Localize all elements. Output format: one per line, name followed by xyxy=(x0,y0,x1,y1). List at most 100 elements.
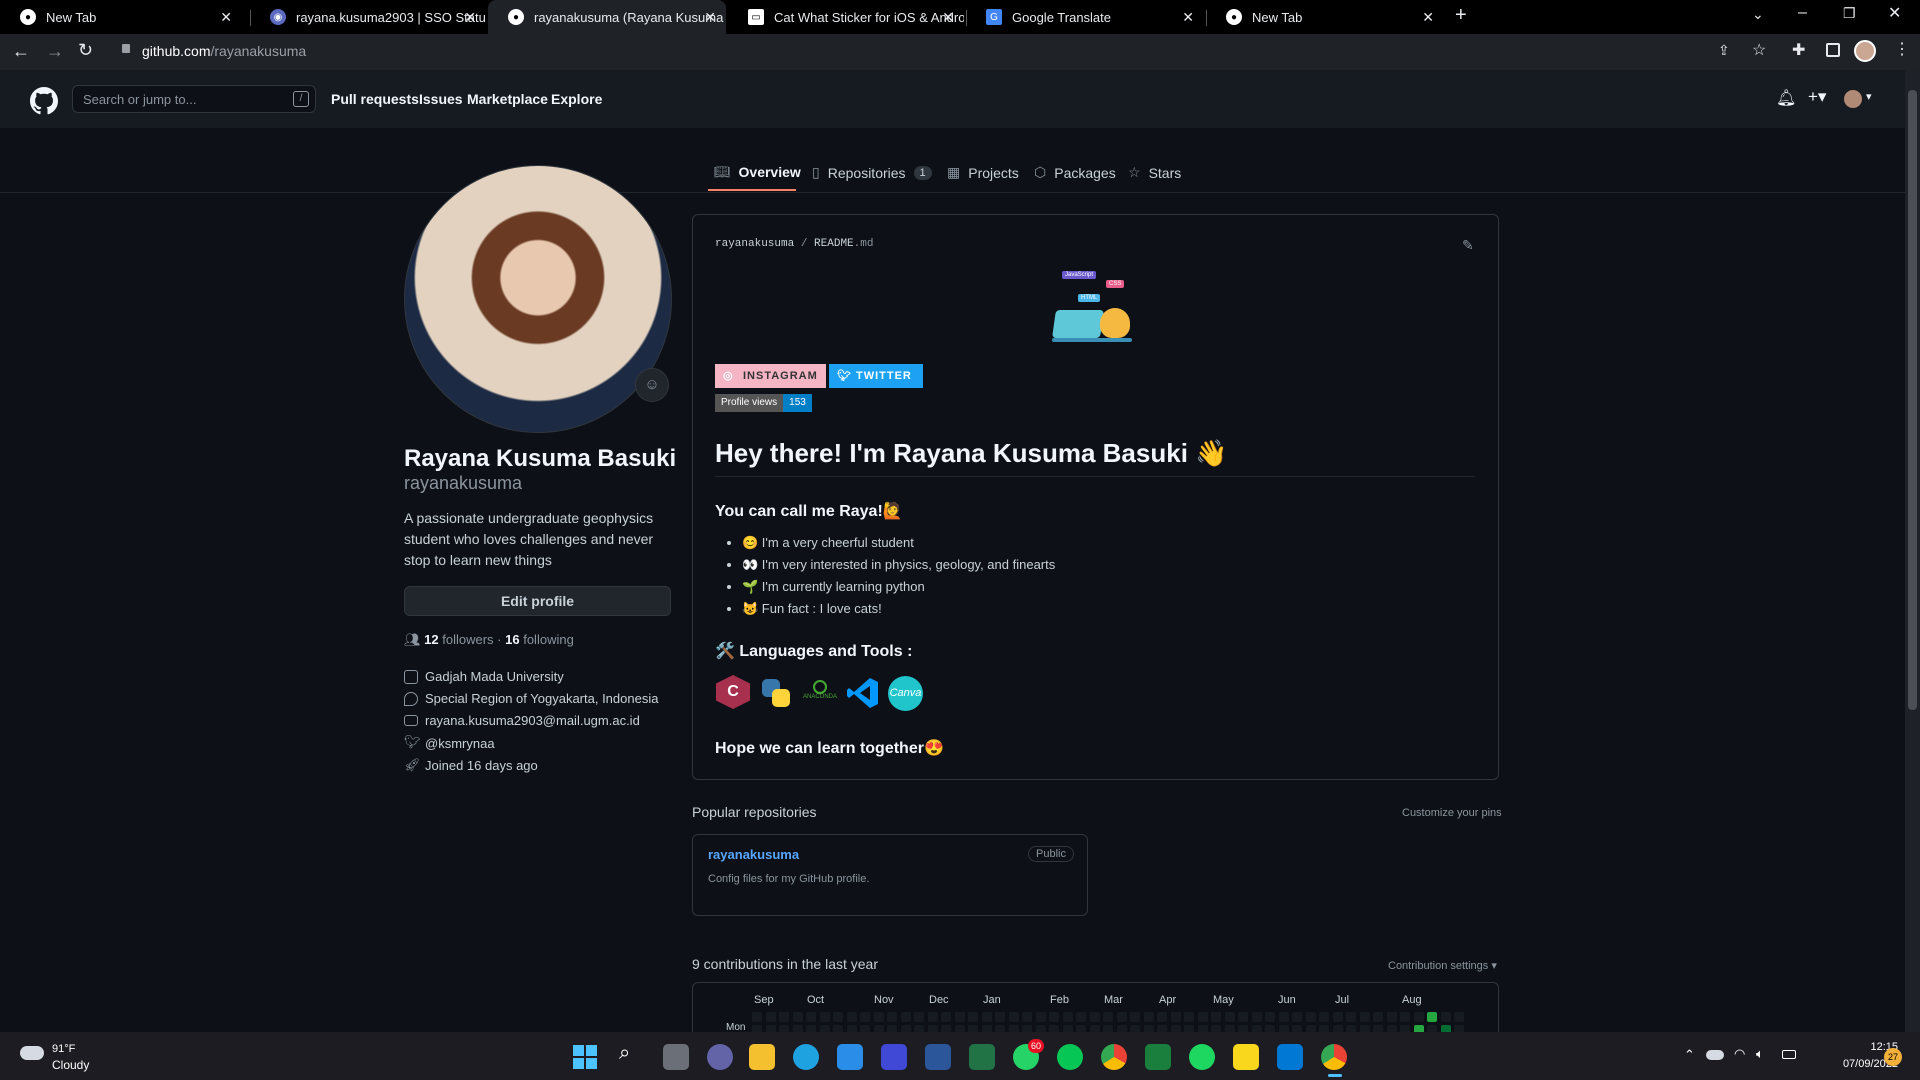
contribution-cell[interactable] xyxy=(968,1012,978,1022)
tab-overview[interactable]: 📖︎ Overview xyxy=(714,164,801,180)
contribution-cell[interactable] xyxy=(1170,1012,1181,1022)
contribution-cell[interactable] xyxy=(1305,1025,1316,1032)
contribution-cell[interactable] xyxy=(1224,1012,1235,1022)
contribution-cell[interactable] xyxy=(1143,1025,1154,1032)
contribution-cell[interactable] xyxy=(1427,1012,1437,1022)
minimize-icon[interactable]: – xyxy=(1798,4,1807,22)
contribution-cell[interactable] xyxy=(968,1025,978,1032)
restore-icon[interactable]: ❐ xyxy=(1843,5,1856,22)
contribution-cell[interactable] xyxy=(1400,1012,1410,1022)
contribution-cell[interactable] xyxy=(1440,1025,1451,1032)
contribution-cell[interactable] xyxy=(779,1025,789,1032)
line-icon[interactable] xyxy=(1057,1044,1083,1070)
windows-start-icon[interactable] xyxy=(573,1045,597,1069)
browser-tab[interactable]: ▭ Cat What Sticker for iOS & Andro ✕ xyxy=(728,0,964,34)
contribution-cell[interactable] xyxy=(941,1025,951,1032)
contribution-cell[interactable] xyxy=(1251,1025,1262,1032)
close-tab-icon[interactable]: ✕ xyxy=(704,9,716,26)
contribution-cell[interactable] xyxy=(927,1012,938,1022)
contribution-cell[interactable] xyxy=(1049,1025,1059,1032)
contribution-cell[interactable] xyxy=(1413,1025,1424,1032)
set-status-smiley-icon[interactable]: ☺ xyxy=(635,368,669,402)
contribution-cell[interactable] xyxy=(1049,1012,1059,1022)
contribution-cell[interactable] xyxy=(1265,1025,1275,1032)
tab-search-icon[interactable]: ⌄ xyxy=(1752,6,1764,23)
contribution-cell[interactable] xyxy=(1143,1012,1154,1022)
nav-marketplace[interactable]: Marketplace xyxy=(467,91,548,107)
contribution-cell[interactable] xyxy=(1035,1025,1046,1032)
mail-icon[interactable] xyxy=(837,1044,863,1070)
contribution-cell[interactable] xyxy=(914,1012,924,1022)
followers-count[interactable]: 12 xyxy=(424,632,438,647)
file-explorer-icon[interactable] xyxy=(749,1044,775,1070)
nav-pull-requests[interactable]: Pull requests xyxy=(331,91,419,107)
page-scrollbar[interactable] xyxy=(1905,70,1920,1032)
word-icon[interactable] xyxy=(925,1044,951,1070)
contribution-cell[interactable] xyxy=(1089,1012,1100,1022)
search-input[interactable]: Search or jump to... / xyxy=(72,85,316,113)
notifications-bell-icon[interactable]: 🔔︎ xyxy=(1776,88,1796,108)
battery-icon[interactable] xyxy=(1782,1050,1796,1059)
contribution-cell[interactable] xyxy=(981,1012,992,1022)
nav-issues[interactable]: Issues xyxy=(419,91,463,107)
contribution-cell[interactable] xyxy=(1332,1012,1343,1022)
contribution-cell[interactable] xyxy=(1076,1025,1086,1032)
contribution-cell[interactable] xyxy=(873,1012,884,1022)
repo-name-link[interactable]: rayanakusuma xyxy=(708,847,799,862)
chrome-profile-icon[interactable] xyxy=(1321,1044,1347,1070)
contribution-cell[interactable] xyxy=(981,1025,992,1032)
contribution-cell[interactable] xyxy=(1089,1025,1100,1032)
contribution-cell[interactable] xyxy=(846,1025,857,1032)
contribution-cell[interactable] xyxy=(1346,1012,1356,1022)
contribution-cell[interactable] xyxy=(1359,1025,1370,1032)
contribution-cell[interactable] xyxy=(1359,1012,1370,1022)
contribution-cell[interactable] xyxy=(1346,1025,1356,1032)
wifi-icon[interactable]: ◠ xyxy=(1734,1046,1745,1062)
contribution-cell[interactable] xyxy=(1197,1025,1208,1032)
profile-email[interactable]: rayana.kusuma2903@mail.ugm.ac.id xyxy=(425,713,640,728)
contribution-cell[interactable] xyxy=(765,1012,776,1022)
contribution-cell[interactable] xyxy=(1008,1025,1019,1032)
contribution-cell[interactable] xyxy=(954,1012,965,1022)
contribution-cell[interactable] xyxy=(1224,1025,1235,1032)
browser-tab[interactable]: G Google Translate ✕ xyxy=(966,0,1204,34)
contribution-cell[interactable] xyxy=(1440,1012,1451,1022)
contribution-cell[interactable] xyxy=(873,1025,884,1032)
browser-tab[interactable]: ◉ rayana.kusuma2903 | SSO Status ✕ xyxy=(250,0,486,34)
contribution-cell[interactable] xyxy=(941,1012,951,1022)
contribution-cell[interactable] xyxy=(1278,1025,1289,1032)
browser-tab-active[interactable]: ● rayanakusuma (Rayana Kusuma B ✕ xyxy=(488,0,726,34)
close-tab-icon[interactable]: ✕ xyxy=(464,9,476,26)
twitter-badge[interactable]: 🐦︎ TWITTER xyxy=(829,364,923,388)
scrollbar-thumb[interactable] xyxy=(1908,90,1917,710)
contribution-cell[interactable] xyxy=(1130,1025,1140,1032)
task-view-icon[interactable] xyxy=(663,1044,689,1070)
store-app-icon[interactable] xyxy=(1145,1044,1171,1070)
contribution-cell[interactable] xyxy=(792,1012,803,1022)
contribution-cell[interactable] xyxy=(819,1012,830,1022)
contribution-cell[interactable] xyxy=(1305,1012,1316,1022)
contribution-cell[interactable] xyxy=(1251,1012,1262,1022)
contribution-cell[interactable] xyxy=(1157,1012,1167,1022)
tab-stars[interactable]: ☆ Stars xyxy=(1128,164,1181,181)
close-window-icon[interactable]: ✕ xyxy=(1888,3,1901,23)
contribution-cell[interactable] xyxy=(927,1025,938,1032)
contribution-cell[interactable] xyxy=(954,1025,965,1032)
contribution-cell[interactable] xyxy=(1265,1012,1275,1022)
contribution-cell[interactable] xyxy=(1373,1025,1383,1032)
create-new-plus-icon[interactable]: +▾ xyxy=(1808,87,1826,107)
contribution-cell[interactable] xyxy=(1022,1012,1032,1022)
contribution-cell[interactable] xyxy=(1157,1025,1167,1032)
contribution-cell[interactable] xyxy=(1022,1025,1032,1032)
contribution-cell[interactable] xyxy=(779,1012,789,1022)
contribution-cell[interactable] xyxy=(1116,1025,1127,1032)
contribution-cell[interactable] xyxy=(1116,1012,1127,1022)
sticky-notes-icon[interactable] xyxy=(1233,1044,1259,1070)
contribution-cell[interactable] xyxy=(1184,1025,1194,1032)
edit-pencil-icon[interactable]: ✎ xyxy=(1462,237,1474,254)
volume-icon[interactable]: 🔈︎ xyxy=(1756,1046,1764,1062)
contribution-cell[interactable] xyxy=(1076,1012,1086,1022)
contribution-cell[interactable] xyxy=(1386,1012,1397,1022)
contribution-cell[interactable] xyxy=(1238,1012,1248,1022)
new-tab-icon[interactable]: + xyxy=(1455,4,1467,27)
